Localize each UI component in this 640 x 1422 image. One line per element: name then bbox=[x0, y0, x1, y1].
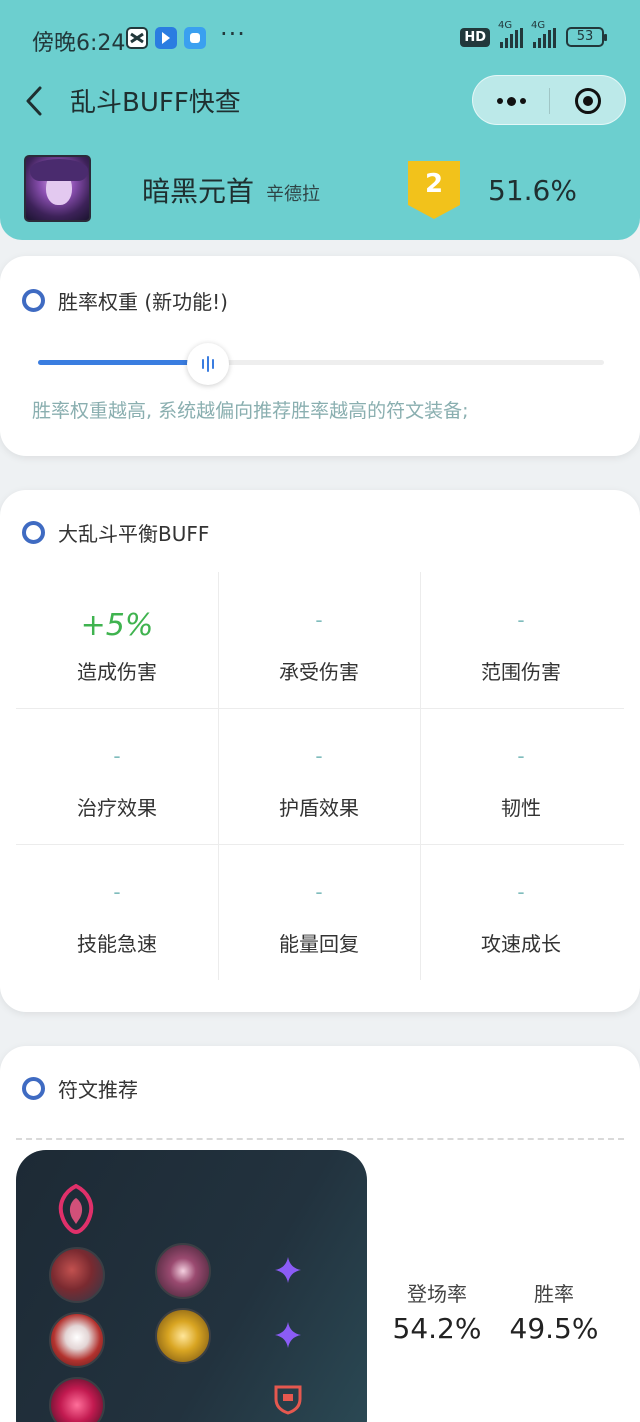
buff-energy-regen: - 能量回复 bbox=[218, 844, 420, 980]
card-title: 符文推荐 bbox=[58, 1077, 138, 1102]
buff-value: - bbox=[113, 880, 121, 904]
buff-value: - bbox=[315, 880, 323, 904]
buff-value: - bbox=[315, 608, 323, 632]
buff-label: 治疗效果 bbox=[77, 796, 157, 820]
buff-label: 护盾效果 bbox=[279, 796, 359, 820]
card-title: 胜率权重 (新功能!) bbox=[58, 289, 228, 314]
rune-icon bbox=[49, 1312, 105, 1368]
network-type: 4G bbox=[498, 20, 513, 31]
winrate-weight-card: 胜率权重 (新功能!) bbox=[0, 256, 640, 456]
miniprogram-capsule bbox=[472, 75, 626, 125]
back-icon[interactable] bbox=[22, 84, 52, 118]
rune-icon bbox=[49, 1377, 105, 1422]
capcut-icon bbox=[126, 27, 148, 49]
section-bullet-icon bbox=[22, 288, 45, 312]
buff-damage-taken: - 承受伤害 bbox=[218, 572, 420, 708]
network-type: 4G bbox=[531, 20, 546, 31]
rune-icon bbox=[49, 1247, 105, 1303]
card-header: 胜率权重 (新功能!) bbox=[22, 286, 228, 314]
champion-subtitle: 辛德拉 bbox=[266, 184, 320, 205]
tier-number: 2 bbox=[424, 169, 444, 199]
buff-value: - bbox=[113, 744, 121, 768]
buff-label: 能量回复 bbox=[279, 932, 359, 956]
buff-ability-haste: - 技能急速 bbox=[16, 844, 218, 980]
tier-badge: 2 bbox=[408, 161, 460, 219]
dashed-divider bbox=[16, 1138, 624, 1140]
signal-icon: 4G bbox=[531, 20, 556, 48]
domination-keystone-icon bbox=[54, 1183, 98, 1235]
slider-handle[interactable] bbox=[186, 343, 229, 385]
buff-label: 造成伤害 bbox=[77, 660, 157, 684]
app-light-blue-icon bbox=[184, 27, 206, 49]
champion-win-rate: 51.6% bbox=[488, 174, 577, 207]
section-bullet-icon bbox=[22, 520, 45, 544]
pick-rate-label: 登场率 bbox=[407, 1282, 467, 1306]
slider-fill bbox=[38, 360, 208, 365]
card-header: 符文推荐 bbox=[22, 1074, 138, 1102]
rune-icon bbox=[155, 1243, 211, 1299]
buff-value: - bbox=[517, 608, 525, 632]
buff-label: 攻速成长 bbox=[481, 932, 561, 956]
winrate-weight-slider[interactable] bbox=[38, 360, 604, 365]
more-icon[interactable] bbox=[473, 76, 549, 126]
winrate-weight-hint: 胜率权重越高, 系统越偏向推荐胜率越高的符文装备; bbox=[32, 400, 469, 422]
status-more-icon: ··· bbox=[220, 20, 246, 48]
capsule-divider bbox=[549, 88, 550, 114]
buff-label: 韧性 bbox=[501, 796, 541, 820]
adaptive-force-shard-icon bbox=[273, 1320, 303, 1350]
signal-icon: 4G bbox=[498, 20, 523, 48]
close-miniprogram-icon[interactable] bbox=[575, 88, 601, 114]
rune-page[interactable] bbox=[16, 1150, 367, 1422]
armor-shard-icon bbox=[272, 1383, 302, 1415]
rune-icon bbox=[155, 1308, 211, 1364]
champion-avatar bbox=[24, 155, 91, 222]
buff-value: - bbox=[517, 880, 525, 904]
pick-rate-value: 54.2% bbox=[392, 1312, 482, 1345]
buff-damage-dealt: +5% 造成伤害 bbox=[16, 572, 218, 708]
champion-name: 暗黑元首 bbox=[142, 175, 255, 208]
header: 傍晚6:24 ··· HD 4G 4G 53 乱斗BUFF快查 暗黑元首 辛德拉… bbox=[0, 0, 640, 240]
hd-badge: HD bbox=[460, 27, 490, 47]
buff-label: 范围伤害 bbox=[481, 660, 561, 684]
page-title: 乱斗BUFF快查 bbox=[70, 88, 241, 118]
buff-attack-speed-growth: - 攻速成长 bbox=[420, 844, 622, 980]
status-time: 傍晚6:24 bbox=[32, 31, 126, 56]
card-title: 大乱斗平衡BUFF bbox=[58, 521, 210, 546]
card-header: 大乱斗平衡BUFF bbox=[22, 518, 209, 546]
buff-value: - bbox=[517, 744, 525, 768]
status-bar: 傍晚6:24 ··· HD 4G 4G 53 bbox=[0, 0, 640, 76]
rune-win-rate-value: 49.5% bbox=[509, 1312, 599, 1345]
buff-grid: +5% 造成伤害 - 承受伤害 - 范围伤害 - 治疗效果 - 护盾效果 - 韧… bbox=[16, 572, 624, 980]
buff-aoe-damage: - 范围伤害 bbox=[420, 572, 622, 708]
buff-value: +5% bbox=[80, 608, 154, 643]
buff-tenacity: - 韧性 bbox=[420, 708, 622, 844]
rune-win-rate-label: 胜率 bbox=[534, 1282, 574, 1306]
buff-label: 技能急速 bbox=[77, 932, 157, 956]
adaptive-force-shard-icon bbox=[273, 1255, 303, 1285]
buff-shielding: - 护盾效果 bbox=[218, 708, 420, 844]
app-blue-icon bbox=[155, 27, 177, 49]
buff-healing: - 治疗效果 bbox=[16, 708, 218, 844]
battery-icon: 53 bbox=[566, 27, 607, 47]
buff-label: 承受伤害 bbox=[279, 660, 359, 684]
section-bullet-icon bbox=[22, 1076, 45, 1100]
buff-value: - bbox=[315, 744, 323, 768]
